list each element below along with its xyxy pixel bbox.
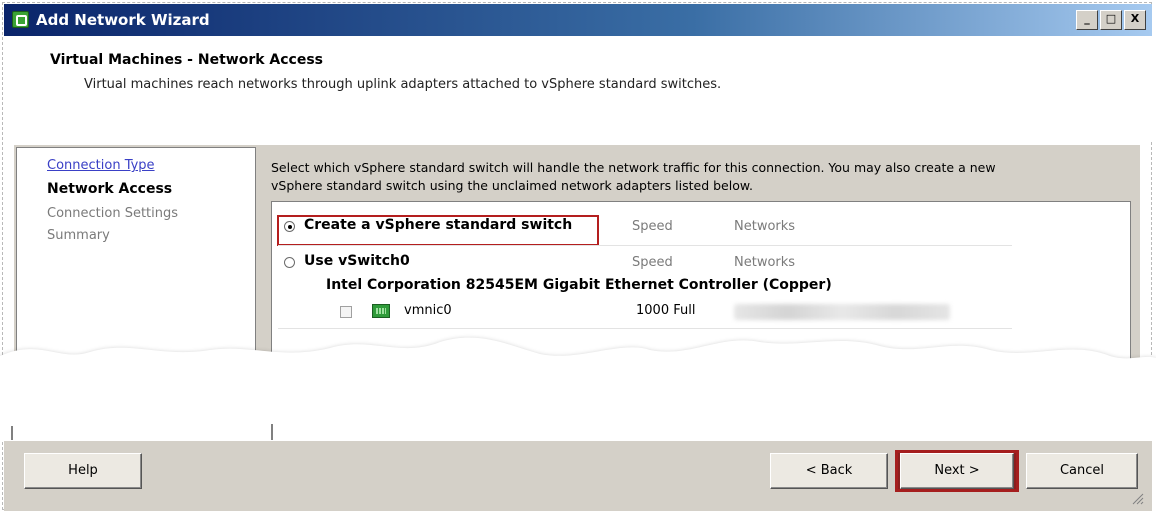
next-button[interactable]: Next > [900, 453, 1014, 489]
adapter-group-name: Intel Corporation 82545EM Gigabit Ethern… [326, 277, 832, 293]
minimize-button[interactable]: _ [1076, 10, 1098, 30]
nav-step-connection-type[interactable]: Connection Type [47, 158, 155, 173]
option-create-switch[interactable]: Create a vSphere standard switch Speed N… [272, 214, 1012, 246]
row-separator [278, 245, 1012, 246]
window-controls: _ □ X [1076, 10, 1146, 30]
nav-step-summary: Summary [47, 228, 110, 243]
app-icon [12, 11, 29, 28]
page-title: Virtual Machines - Network Access [50, 52, 324, 68]
adapter-speed: 1000 Full [636, 303, 696, 318]
nav-step-connection-settings: Connection Settings [47, 206, 179, 221]
help-button[interactable]: Help [24, 453, 142, 489]
instruction-line-2: vSphere standard switch using the unclai… [271, 178, 753, 193]
back-button[interactable]: < Back [770, 453, 888, 489]
torn-paper-edge [0, 337, 1156, 440]
speed-column-header: Speed [632, 219, 673, 234]
cancel-button[interactable]: Cancel [1026, 453, 1138, 489]
row-separator [278, 328, 1012, 329]
network-adapter-icon [372, 304, 390, 318]
adapter-checkbox[interactable] [340, 306, 352, 318]
speed-column-header: Speed [632, 255, 673, 270]
wizard-header: Virtual Machines - Network Access Virtua… [4, 36, 1152, 142]
adapter-networks-redacted [734, 304, 950, 320]
close-button[interactable]: X [1124, 10, 1146, 30]
resize-grip-icon[interactable] [1130, 491, 1144, 505]
networks-column-header: Networks [734, 255, 796, 270]
option-use-vswitch0-label: Use vSwitch0 [304, 253, 410, 269]
instruction-text: Select which vSphere standard switch wil… [271, 159, 1131, 195]
instruction-line-1: Select which vSphere standard switch wil… [271, 160, 996, 175]
maximize-button[interactable]: □ [1100, 10, 1122, 30]
option-create-switch-label: Create a vSphere standard switch [304, 217, 573, 233]
radio-create-switch[interactable] [284, 221, 295, 232]
window-titlebar[interactable]: Add Network Wizard _ □ X [4, 4, 1152, 36]
window-title: Add Network Wizard [36, 11, 210, 29]
networks-column-header: Networks [734, 219, 796, 234]
wizard-footer: Help < Back Next > Cancel [4, 440, 1152, 511]
radio-use-vswitch0[interactable] [284, 257, 295, 268]
nav-step-network-access: Network Access [47, 181, 173, 197]
adapter-row[interactable]: vmnic0 1000 Full [272, 298, 1012, 328]
adapter-name: vmnic0 [404, 303, 452, 318]
page-subtitle: Virtual machines reach networks through … [84, 77, 722, 92]
